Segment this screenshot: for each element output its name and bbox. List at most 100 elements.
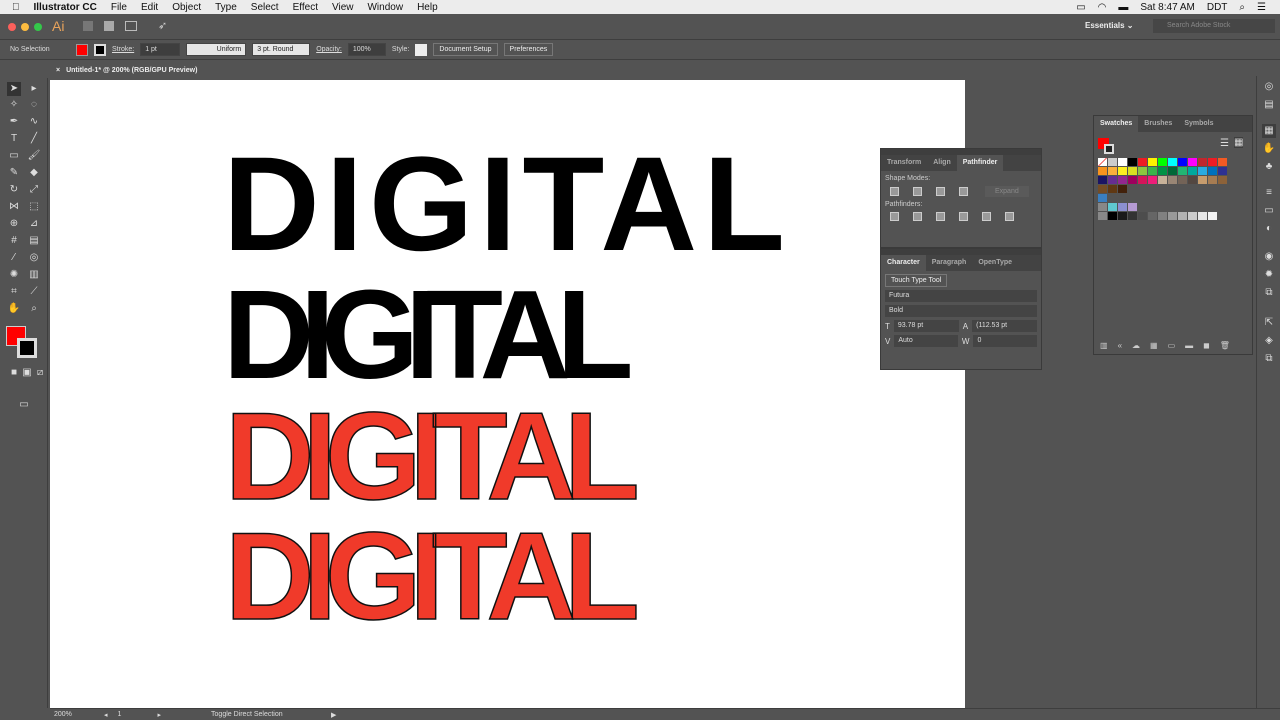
notification-icon[interactable]: ☰ xyxy=(1257,2,1266,13)
grid-view-icon[interactable]: ▦ xyxy=(1234,137,1244,148)
spotlight-icon[interactable]: ⌕ xyxy=(1239,2,1245,13)
swatch[interactable] xyxy=(1198,212,1207,220)
color-guide-icon[interactable]: ◎ xyxy=(1262,80,1276,94)
gradient-mode-icon[interactable]: ▣ xyxy=(20,366,34,380)
brush-definition[interactable]: 3 pt. Round xyxy=(252,43,311,56)
merge-icon[interactable] xyxy=(936,212,945,221)
swatch[interactable] xyxy=(1138,176,1147,184)
swatch[interactable] xyxy=(1188,212,1197,220)
stroke-label[interactable]: Stroke: xyxy=(112,46,134,53)
divide-icon[interactable] xyxy=(890,212,899,221)
minus-back-icon[interactable] xyxy=(1005,212,1014,221)
tracking-input[interactable]: 0 xyxy=(973,335,1037,347)
opacity-input[interactable]: 100% xyxy=(347,43,386,56)
font-family-select[interactable]: Futura xyxy=(885,290,1037,302)
bridge-icon[interactable] xyxy=(83,21,93,31)
appearance-dock-icon[interactable]: ◉ xyxy=(1262,250,1276,264)
stroke-dock-icon[interactable]: ≡ xyxy=(1262,186,1276,200)
tab-paragraph[interactable]: Paragraph xyxy=(926,255,973,271)
swatch[interactable] xyxy=(1118,185,1127,193)
gradient-tool-icon[interactable]: ▤ xyxy=(27,234,41,248)
outline-icon[interactable] xyxy=(982,212,991,221)
swatch[interactable] xyxy=(1138,158,1147,166)
swatch[interactable] xyxy=(1188,158,1197,166)
screen-mode-icon[interactable]: ▭ xyxy=(17,398,31,412)
new-folder-icon[interactable]: ▬ xyxy=(1185,341,1193,350)
shaper-tool-icon[interactable]: ✎ xyxy=(7,166,21,180)
battery-icon[interactable]: ▬ xyxy=(1118,2,1128,13)
swatch[interactable] xyxy=(1198,167,1207,175)
tab-opentype[interactable]: OpenType xyxy=(972,255,1018,271)
swatch[interactable] xyxy=(1138,212,1147,220)
swatch[interactable] xyxy=(1138,167,1147,175)
hand-tool-icon[interactable]: ✋ xyxy=(7,302,21,316)
swatch[interactable] xyxy=(1128,212,1137,220)
preferences-button[interactable]: Preferences xyxy=(503,43,554,56)
close-window-button[interactable] xyxy=(8,23,16,31)
swatch[interactable] xyxy=(1098,176,1107,184)
apple-icon[interactable]:  xyxy=(12,2,20,13)
clock[interactable]: Sat 8:47 AM xyxy=(1140,2,1194,13)
menu-effect[interactable]: Effect xyxy=(293,2,318,13)
variable-width-profile[interactable]: Uniform xyxy=(186,43,247,56)
pen-tool-icon[interactable]: ✒ xyxy=(7,115,21,129)
display-icon[interactable]: ▭ xyxy=(1076,2,1085,13)
swatch[interactable] xyxy=(1148,158,1157,166)
color-mode-icon[interactable]: ■ xyxy=(7,366,21,380)
swatch[interactable] xyxy=(1178,158,1187,166)
swatch[interactable] xyxy=(1188,176,1197,184)
width-tool-icon[interactable]: ⋈ xyxy=(7,200,21,214)
document-setup-button[interactable]: Document Setup xyxy=(433,43,498,56)
close-tab-icon[interactable]: × xyxy=(56,67,60,74)
swatch[interactable] xyxy=(1118,203,1127,211)
swatch[interactable] xyxy=(1168,176,1177,184)
swatch[interactable] xyxy=(1158,212,1167,220)
next-artboard-icon[interactable]: ▸ xyxy=(158,711,162,719)
rectangle-tool-icon[interactable]: ▭ xyxy=(7,149,21,163)
crop-icon[interactable] xyxy=(959,212,968,221)
paintbrush-tool-icon[interactable]: 🖌 xyxy=(27,149,41,163)
transparency-dock-icon[interactable]: ◐ xyxy=(1262,222,1276,236)
swatch-registration[interactable] xyxy=(1108,158,1117,166)
swatch[interactable] xyxy=(1148,176,1157,184)
swatch[interactable] xyxy=(1118,167,1127,175)
swatch-stroke-indicator[interactable] xyxy=(1104,144,1114,154)
minus-front-icon[interactable] xyxy=(913,187,922,196)
expand-button[interactable]: Expand xyxy=(985,186,1029,197)
swatch[interactable] xyxy=(1218,158,1227,166)
artboards-dock-icon[interactable]: ⧉ xyxy=(1262,352,1276,366)
trim-icon[interactable] xyxy=(913,212,922,221)
intersect-icon[interactable] xyxy=(936,187,945,196)
font-style-select[interactable]: Bold xyxy=(885,305,1037,317)
cc-libraries-dock-icon[interactable]: ▤ xyxy=(1262,98,1276,112)
swatches-dock-icon[interactable]: ▦ xyxy=(1262,124,1276,138)
status-info[interactable]: Toggle Direct Selection xyxy=(211,711,321,718)
swatch-libraries-icon[interactable]: ▥ xyxy=(1100,341,1108,350)
tab-swatches[interactable]: Swatches xyxy=(1094,116,1139,132)
mesh-tool-icon[interactable]: # xyxy=(7,234,21,248)
swatch[interactable] xyxy=(1178,212,1187,220)
eraser-tool-icon[interactable]: ◆ xyxy=(27,166,41,180)
kerning-input[interactable]: Auto xyxy=(894,335,958,347)
zoom-tool-icon[interactable]: ⌕ xyxy=(27,302,41,316)
list-view-icon[interactable]: ☰ xyxy=(1220,138,1229,149)
prev-artboard-icon[interactable]: ◂ xyxy=(104,711,108,719)
symbols-dock-icon[interactable]: ♣ xyxy=(1262,160,1276,174)
swatch[interactable] xyxy=(1118,176,1127,184)
swatch[interactable] xyxy=(1108,203,1117,211)
gradient-dock-icon[interactable]: ▭ xyxy=(1262,204,1276,218)
stroke-weight-input[interactable]: 1 pt xyxy=(140,43,181,56)
cc-libraries-icon[interactable]: ☁ xyxy=(1132,341,1140,350)
fill-swatch[interactable] xyxy=(76,43,88,56)
swatch[interactable] xyxy=(1218,176,1227,184)
swatch[interactable] xyxy=(1128,203,1137,211)
swatch[interactable] xyxy=(1208,176,1217,184)
layers-arrange-dock-icon[interactable]: ⧉ xyxy=(1262,286,1276,300)
stroke-swatch[interactable] xyxy=(94,43,106,56)
swatch-pattern[interactable] xyxy=(1098,194,1107,202)
swatch[interactable] xyxy=(1168,167,1177,175)
blend-tool-icon[interactable]: ◎ xyxy=(27,251,41,265)
shape-builder-tool-icon[interactable]: ⊕ xyxy=(7,217,21,231)
graphic-styles-dock-icon[interactable]: ✹ xyxy=(1262,268,1276,282)
status-menu-icon[interactable]: ▶ xyxy=(331,711,336,719)
